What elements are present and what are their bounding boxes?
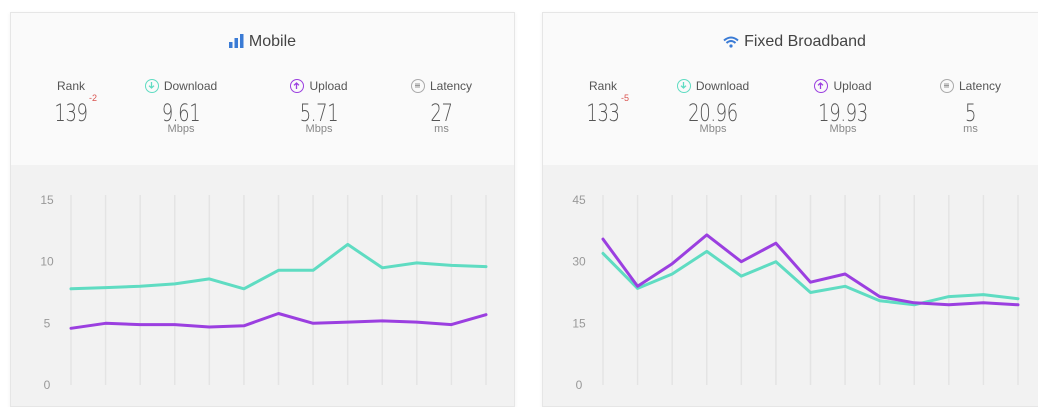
upload-value: 5.71 [299, 99, 339, 127]
mobile-title: Mobile [11, 33, 514, 53]
upload-label-row: Upload [803, 79, 883, 93]
y-tick-label: 5 [44, 316, 51, 330]
signal-bars-icon [228, 34, 244, 53]
mobile-rank: Rank 139 -2 [41, 79, 101, 127]
mobile-latency: Latency 27 ms [399, 79, 484, 135]
download-label-row: Download [668, 79, 758, 93]
y-tick-label: 45 [572, 193, 586, 207]
y-tick-label: 15 [40, 193, 54, 207]
rank-value: 139 [49, 99, 94, 127]
latency-label: Latency [958, 79, 1002, 93]
latency-label-row: Latency [928, 79, 1013, 93]
mobile-header: Mobile Rank 139 -2 Download 9.61 Mbps Up… [11, 13, 514, 163]
download-value: 9.61 [161, 99, 201, 127]
fixed-title-text: Fixed Broadband [744, 33, 866, 50]
latency-icon [939, 79, 954, 93]
fixed-chart: 0 15 30 45 [543, 165, 1038, 406]
latency-value: 27 [430, 99, 453, 127]
upload-label-row: Upload [279, 79, 359, 93]
latency-value: 5 [964, 99, 977, 127]
rank-delta: -2 [89, 93, 98, 103]
fixed-panel: Fixed Broadband Rank 133 -5 Download 20.… [542, 12, 1038, 407]
y-tick-label: 10 [40, 255, 54, 269]
mobile-chart-svg: 0 5 10 15 [40, 193, 488, 392]
download-label: Download [695, 79, 750, 93]
mobile-panel: Mobile Rank 139 -2 Download 9.61 Mbps Up… [10, 12, 515, 407]
wifi-icon [723, 35, 739, 53]
rank-number: 139 [54, 99, 88, 127]
y-tick-label: 0 [44, 378, 51, 392]
fixed-header: Fixed Broadband Rank 133 -5 Download 20.… [543, 13, 1038, 163]
rank-delta: -5 [621, 93, 630, 103]
latency-icon [410, 79, 425, 93]
rank-label: Rank [56, 79, 85, 93]
mobile-title-text: Mobile [248, 33, 297, 50]
y-tick-label: 30 [572, 255, 586, 269]
upload-label: Upload [833, 79, 872, 93]
download-icon [676, 79, 691, 93]
download-label: Download [163, 79, 218, 93]
upload-label: Upload [309, 79, 348, 93]
fixed-download: Download 20.96 Mbps [668, 79, 758, 135]
mobile-download: Download 9.61 Mbps [136, 79, 226, 135]
fixed-upload: Upload 19.93 Mbps [803, 79, 883, 135]
latency-label: Latency [429, 79, 473, 93]
upload-icon [290, 79, 305, 93]
rank-label: Rank [588, 79, 617, 93]
fixed-chart-svg: 0 15 30 45 [572, 193, 1020, 392]
upload-value: 19.93 [818, 99, 868, 127]
download-label-row: Download [136, 79, 226, 93]
y-tick-label: 0 [576, 378, 583, 392]
mobile-upload: Upload 5.71 Mbps [279, 79, 359, 135]
fixed-rank: Rank 133 -5 [573, 79, 633, 127]
rank-number: 133 [586, 99, 620, 127]
rank-value: 133 [581, 99, 626, 127]
y-tick-label: 15 [572, 316, 586, 330]
mobile-chart: 0 5 10 15 [11, 165, 514, 406]
download-icon [144, 79, 159, 93]
upload-icon [814, 79, 829, 93]
fixed-title: Fixed Broadband [543, 33, 1038, 53]
fixed-latency: Latency 5 ms [928, 79, 1013, 135]
latency-label-row: Latency [399, 79, 484, 93]
download-value: 20.96 [688, 99, 738, 127]
